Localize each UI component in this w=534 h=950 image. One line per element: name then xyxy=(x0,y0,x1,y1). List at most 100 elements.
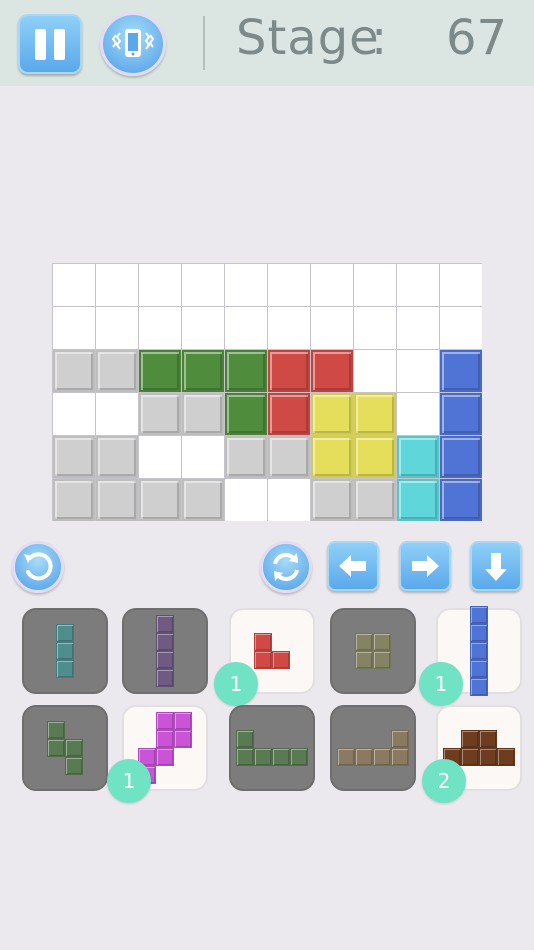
piece-cell xyxy=(156,633,174,651)
piece-cell xyxy=(355,748,373,766)
board-block-blue xyxy=(440,393,482,435)
board-cell-empty xyxy=(268,307,310,349)
piece-cell xyxy=(470,624,488,642)
piece-cell xyxy=(355,651,373,669)
board-block-gray xyxy=(268,436,310,478)
piece-tile[interactable] xyxy=(122,608,208,694)
vibrate-toggle-button[interactable] xyxy=(100,12,166,76)
board-block-blue xyxy=(440,350,482,392)
board-block-gray xyxy=(139,393,181,435)
board-block-yellow xyxy=(354,436,396,478)
pause-button[interactable] xyxy=(18,14,82,74)
board-block-gray xyxy=(354,479,396,521)
piece-cell xyxy=(156,712,174,730)
board-block-green xyxy=(225,393,267,435)
board-cell-empty xyxy=(139,436,181,478)
stage-number: 67 xyxy=(446,10,508,66)
piece-cell xyxy=(391,748,409,766)
board-block-gray xyxy=(53,436,95,478)
board-block-blue xyxy=(440,479,482,521)
piece-cell xyxy=(479,748,497,766)
piece-cell xyxy=(236,730,254,748)
piece-tile[interactable] xyxy=(330,608,416,694)
board-block-yellow xyxy=(311,393,353,435)
board-block-green xyxy=(139,350,181,392)
board-cell-empty xyxy=(268,264,310,306)
board-cell-empty xyxy=(225,307,267,349)
move-left-button[interactable] xyxy=(327,541,379,591)
piece-cell xyxy=(497,748,515,766)
piece-cell xyxy=(47,739,65,757)
board-cell-empty xyxy=(139,264,181,306)
piece-count-badge: 1 xyxy=(214,662,258,706)
board-block-red xyxy=(268,350,310,392)
piece-cell xyxy=(355,633,373,651)
piece-cell xyxy=(56,660,74,678)
board-block-cyan xyxy=(397,436,439,478)
header-divider xyxy=(203,16,205,70)
phone-vibrate-icon xyxy=(111,29,155,57)
piece-cell xyxy=(254,748,272,766)
piece-tile[interactable] xyxy=(22,608,108,694)
board-block-gray xyxy=(53,350,95,392)
piece-count-badge: 2 xyxy=(422,759,466,803)
board-block-green xyxy=(225,350,267,392)
piece-cell xyxy=(470,642,488,660)
move-down-button[interactable] xyxy=(470,541,522,591)
board-block-gray xyxy=(96,436,138,478)
board-cell-empty xyxy=(96,393,138,435)
board-cell-empty xyxy=(354,307,396,349)
piece-cell xyxy=(65,757,83,775)
piece-cell xyxy=(272,651,290,669)
piece-cell xyxy=(470,678,488,696)
arrow-left-icon xyxy=(339,555,366,577)
piece-cell xyxy=(461,748,479,766)
stage-colon: : xyxy=(371,10,388,66)
board-cell-empty xyxy=(53,264,95,306)
board-block-green xyxy=(182,350,224,392)
piece-tile[interactable] xyxy=(22,705,108,791)
board-block-yellow xyxy=(311,436,353,478)
board-block-gray xyxy=(96,350,138,392)
board-cell-empty xyxy=(311,264,353,306)
stage-label: Stage xyxy=(236,10,380,66)
board-block-yellow xyxy=(354,393,396,435)
rotate-button[interactable] xyxy=(260,541,312,593)
undo-button[interactable] xyxy=(12,541,64,593)
board-block-gray xyxy=(182,479,224,521)
header-bar: Stage : 67 xyxy=(0,0,534,86)
board-block-red xyxy=(268,393,310,435)
board-cell-empty xyxy=(53,393,95,435)
piece-tile[interactable] xyxy=(229,705,315,791)
game-board[interactable] xyxy=(52,263,482,521)
piece-cell xyxy=(479,730,497,748)
piece-cell xyxy=(174,712,192,730)
piece-cell xyxy=(156,615,174,633)
piece-cell xyxy=(254,651,272,669)
piece-cell xyxy=(337,748,355,766)
board-cell-empty xyxy=(268,479,310,521)
board-block-gray xyxy=(225,436,267,478)
piece-cell xyxy=(56,642,74,660)
board-block-cyan xyxy=(397,479,439,521)
piece-tile[interactable] xyxy=(330,705,416,791)
board-cell-empty xyxy=(440,307,482,349)
board-cell-empty xyxy=(311,307,353,349)
board-cell-empty xyxy=(225,479,267,521)
piece-cell xyxy=(272,748,290,766)
piece-cell xyxy=(373,748,391,766)
board-block-gray xyxy=(53,479,95,521)
move-right-button[interactable] xyxy=(399,541,451,591)
board-cell-empty xyxy=(182,307,224,349)
board-block-gray xyxy=(182,393,224,435)
piece-cell xyxy=(174,730,192,748)
board-cell-empty xyxy=(354,350,396,392)
piece-cell xyxy=(47,721,65,739)
piece-count-badge: 1 xyxy=(107,759,151,803)
piece-cell xyxy=(290,748,308,766)
board-block-gray xyxy=(139,479,181,521)
board-cell-empty xyxy=(397,393,439,435)
board-block-gray xyxy=(96,479,138,521)
piece-cell xyxy=(156,748,174,766)
board-block-gray xyxy=(311,479,353,521)
